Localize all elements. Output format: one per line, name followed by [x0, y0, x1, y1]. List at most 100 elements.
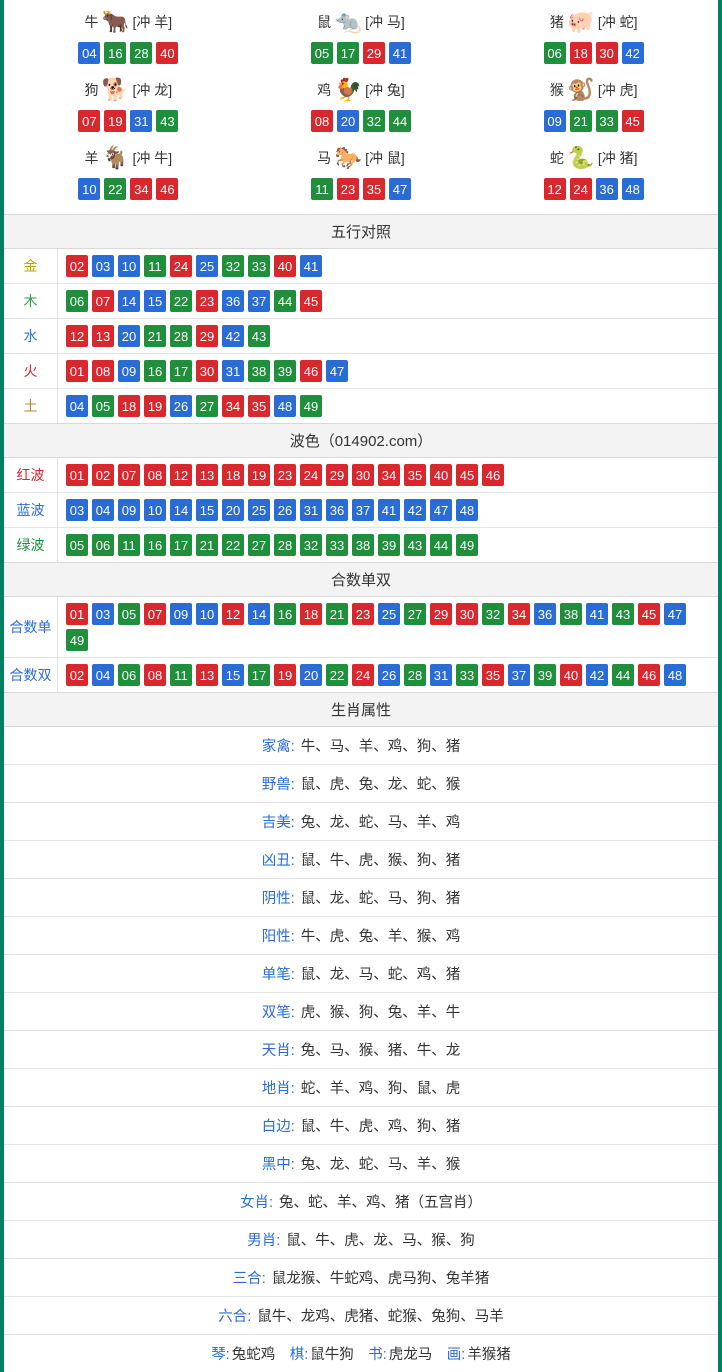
number-ball: 14: [170, 499, 192, 521]
zodiac-cell: 牛🐂[冲 羊]04162840: [12, 2, 245, 70]
zodiac-icon: 🐎: [331, 144, 365, 172]
number-ball: 01: [66, 360, 88, 382]
row-label: 蓝波: [4, 493, 58, 527]
zodiac-icon: 🐐: [98, 144, 132, 172]
zodiac-chong: [冲 虎]: [598, 80, 638, 100]
zodiac-cell: 蛇🐍[冲 猪]12243648: [477, 138, 710, 206]
number-ball: 13: [196, 664, 218, 686]
attr-row: 阴性: 鼠、龙、蛇、马、狗、猪: [4, 879, 718, 917]
number-ball: 25: [378, 603, 400, 625]
row-label: 红波: [4, 458, 58, 492]
number-ball: 09: [118, 360, 140, 382]
number-ball: 34: [130, 178, 152, 200]
number-ball: 29: [196, 325, 218, 347]
section-header-bose: 波色（014902.com）: [4, 423, 718, 458]
number-ball: 05: [311, 42, 333, 64]
zodiac-icon: 🐓: [331, 76, 365, 104]
number-ball: 26: [170, 395, 192, 417]
number-ball: 09: [118, 499, 140, 521]
number-ball: 31: [130, 110, 152, 132]
number-ball: 35: [363, 178, 385, 200]
number-ball: 38: [560, 603, 582, 625]
ball-row: 12243648: [544, 178, 644, 200]
number-ball: 49: [456, 534, 478, 556]
attr-label: 画:: [447, 1347, 466, 1363]
attr-label: 阳性:: [262, 929, 299, 945]
row-label: 绿波: [4, 528, 58, 562]
number-ball: 21: [570, 110, 592, 132]
number-ball: 29: [326, 464, 348, 486]
zodiac-cell: 鸡🐓[冲 兔]08203244: [245, 70, 478, 138]
number-ball: 16: [104, 42, 126, 64]
number-ball: 06: [66, 290, 88, 312]
attr-row: 吉美: 兔、龙、蛇、马、羊、鸡: [4, 803, 718, 841]
zodiac-icon: 🐖: [564, 8, 598, 36]
number-ball: 05: [92, 395, 114, 417]
ball-row: 07193143: [78, 110, 178, 132]
number-ball: 46: [638, 664, 660, 686]
zodiac-cell: 猴🐒[冲 虎]09213345: [477, 70, 710, 138]
table-row: 合数单0103050709101214161821232527293032343…: [4, 597, 718, 658]
attr-table: 家禽: 牛、马、羊、鸡、狗、猪野兽: 鼠、虎、兔、龙、蛇、猴吉美: 兔、龙、蛇、…: [4, 727, 718, 1372]
number-ball: 10: [78, 178, 100, 200]
row-content: 06071415222336374445: [58, 284, 718, 318]
zodiac-icon: 🐒: [564, 76, 598, 104]
number-ball: 36: [534, 603, 556, 625]
number-ball: 28: [274, 534, 296, 556]
number-ball: 42: [622, 42, 644, 64]
number-ball: 17: [170, 360, 192, 382]
number-ball: 04: [92, 664, 114, 686]
main-frame: 牛🐂[冲 羊]04162840鼠🐀[冲 马]05172941猪🐖[冲 蛇]061…: [0, 0, 722, 1372]
number-ball: 16: [144, 360, 166, 382]
zodiac-icon: 🐀: [331, 8, 365, 36]
row-label: 合数双: [4, 658, 58, 692]
number-ball: 29: [363, 42, 385, 64]
zodiac-name: 牛: [84, 12, 98, 32]
number-ball: 02: [92, 464, 114, 486]
number-ball: 39: [378, 534, 400, 556]
number-ball: 41: [389, 42, 411, 64]
row-content: 04051819262734354849: [58, 389, 718, 423]
number-ball: 21: [326, 603, 348, 625]
number-ball: 23: [352, 603, 374, 625]
number-ball: 31: [300, 499, 322, 521]
number-ball: 41: [300, 255, 322, 277]
zodiac-chong: [冲 兔]: [365, 80, 405, 100]
number-ball: 30: [456, 603, 478, 625]
number-ball: 36: [596, 178, 618, 200]
attr-text: 牛、虎、兔、羊、猴、鸡: [301, 929, 461, 945]
number-ball: 14: [118, 290, 140, 312]
table-row: 土04051819262734354849: [4, 389, 718, 423]
zodiac-top: 鼠🐀[冲 马]: [317, 6, 405, 38]
attr-text: 鼠、虎、兔、龙、蛇、猴: [301, 777, 461, 793]
attr-row: 家禽: 牛、马、羊、鸡、狗、猪: [4, 727, 718, 765]
zodiac-name: 狗: [84, 80, 98, 100]
zodiac-cell: 马🐎[冲 鼠]11233547: [245, 138, 478, 206]
attr-text: 鼠、牛、虎、猴、狗、猪: [301, 853, 461, 869]
number-ball: 21: [196, 534, 218, 556]
number-ball: 46: [300, 360, 322, 382]
attr-label: 男肖:: [247, 1233, 284, 1249]
number-ball: 42: [404, 499, 426, 521]
number-ball: 41: [586, 603, 608, 625]
attr-row: 阳性: 牛、虎、兔、羊、猴、鸡: [4, 917, 718, 955]
number-ball: 04: [78, 42, 100, 64]
number-ball: 23: [337, 178, 359, 200]
row-content: 02031011242532334041: [58, 249, 718, 283]
number-ball: 27: [196, 395, 218, 417]
attr-row: 黑中: 兔、龙、蛇、马、羊、猴: [4, 1145, 718, 1183]
number-ball: 01: [66, 464, 88, 486]
zodiac-name: 鸡: [317, 80, 331, 100]
number-ball: 32: [300, 534, 322, 556]
number-ball: 14: [248, 603, 270, 625]
attr-row: 六合: 鼠牛、龙鸡、虎猪、蛇猴、兔狗、马羊: [4, 1297, 718, 1335]
number-ball: 19: [104, 110, 126, 132]
number-ball: 05: [118, 603, 140, 625]
table-row: 红波0102070812131819232429303435404546: [4, 458, 718, 493]
attr-text: 兔、龙、蛇、马、羊、鸡: [301, 815, 461, 831]
attr-row: 凶丑: 鼠、牛、虎、猴、狗、猪: [4, 841, 718, 879]
number-ball: 42: [586, 664, 608, 686]
attr-label: 天肖:: [262, 1043, 299, 1059]
attr-label: 书:: [368, 1347, 387, 1363]
bose-table: 红波0102070812131819232429303435404546蓝波03…: [4, 458, 718, 562]
